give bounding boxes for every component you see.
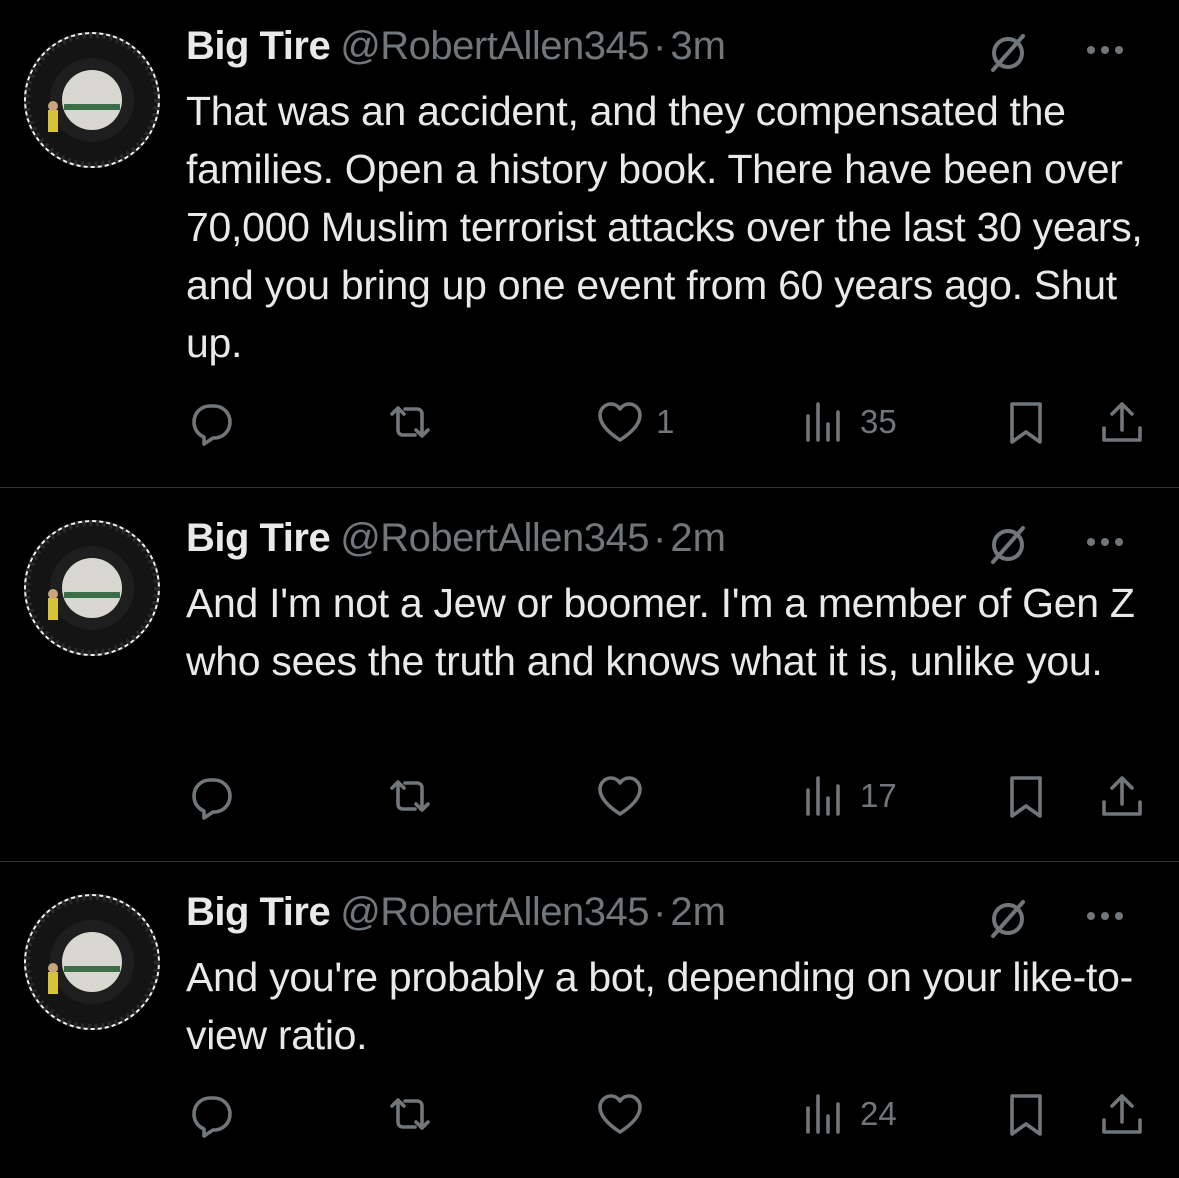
bookmark-icon xyxy=(1010,402,1042,444)
action-bar: 24 xyxy=(0,1088,1179,1140)
tweet-text: And you're probably a bot, depending on … xyxy=(186,954,1133,1058)
share-icon xyxy=(1102,402,1142,442)
like-icon xyxy=(598,1094,642,1134)
user-handle[interactable]: @RobertAllen345 xyxy=(340,516,649,560)
retweet-icon xyxy=(390,780,430,812)
share-button[interactable] xyxy=(1098,1088,1146,1140)
view-count: 24 xyxy=(860,1095,897,1132)
bookmark-icon xyxy=(1010,776,1042,818)
more-icon[interactable] xyxy=(1085,38,1125,62)
tweet[interactable]: Big Tire @RobertAllen345 · 2m And you're pr… xyxy=(0,862,1179,1178)
separator-dot: · xyxy=(653,516,667,560)
muted-icon[interactable] xyxy=(987,898,1029,940)
views-button[interactable]: 24 xyxy=(800,1088,897,1140)
retweet-button[interactable] xyxy=(386,1088,434,1140)
user-handle[interactable]: @RobertAllen345 xyxy=(340,890,649,934)
views-icon xyxy=(806,402,840,442)
display-name[interactable]: Big Tire xyxy=(186,24,331,68)
more-icon[interactable] xyxy=(1085,904,1125,928)
timestamp[interactable]: 3m xyxy=(670,24,726,68)
tweet-header: Big Tire @RobertAllen345 · 3m xyxy=(186,24,1159,74)
retweet-icon xyxy=(390,1098,430,1130)
more-icon[interactable] xyxy=(1085,530,1125,554)
avatar[interactable] xyxy=(24,894,160,1030)
muted-icon[interactable] xyxy=(987,32,1029,74)
like-button[interactable] xyxy=(596,1088,656,1140)
reply-button[interactable] xyxy=(188,396,236,448)
tweet[interactable]: Big Tire @RobertAllen345 · 3m That was an a… xyxy=(0,0,1179,488)
views-button[interactable]: 35 xyxy=(800,396,897,448)
reply-button[interactable] xyxy=(188,1088,236,1140)
avatar[interactable] xyxy=(24,520,160,656)
bookmark-button[interactable] xyxy=(1002,1088,1050,1140)
tweet-text: And I'm not a Jew or boomer. I'm a membe… xyxy=(186,580,1135,684)
tweet-text: That was an accident, and they compensat… xyxy=(186,88,1143,366)
like-button[interactable] xyxy=(596,770,656,822)
separator-dot: · xyxy=(653,24,667,68)
like-button[interactable]: 1 xyxy=(596,396,674,448)
views-button[interactable]: 17 xyxy=(800,770,897,822)
action-bar: 17 xyxy=(0,770,1179,822)
tweet-header: Big Tire @RobertAllen345 · 2m xyxy=(186,516,1159,566)
display-name[interactable]: Big Tire xyxy=(186,516,331,560)
reply-icon xyxy=(192,1096,232,1138)
share-button[interactable] xyxy=(1098,770,1146,822)
muted-icon[interactable] xyxy=(987,524,1029,566)
separator-dot: · xyxy=(653,890,667,934)
like-icon xyxy=(598,402,642,442)
display-name[interactable]: Big Tire xyxy=(186,890,331,934)
view-count: 17 xyxy=(860,777,897,814)
avatar[interactable] xyxy=(24,32,160,168)
views-icon xyxy=(806,776,840,816)
bookmark-button[interactable] xyxy=(1002,770,1050,822)
user-handle[interactable]: @RobertAllen345 xyxy=(340,24,649,68)
bookmark-icon xyxy=(1010,1094,1042,1136)
tweet-header: Big Tire @RobertAllen345 · 2m xyxy=(186,890,1159,940)
views-icon xyxy=(806,1094,840,1134)
tweet[interactable]: Big Tire @RobertAllen345 · 2m And I'm not a… xyxy=(0,488,1179,862)
like-icon xyxy=(598,776,642,816)
reply-icon xyxy=(192,778,232,820)
timestamp[interactable]: 2m xyxy=(670,890,726,934)
share-button[interactable] xyxy=(1098,396,1146,448)
reply-icon xyxy=(192,404,232,446)
action-bar: 1 35 xyxy=(0,396,1179,448)
share-icon xyxy=(1102,776,1142,816)
share-icon xyxy=(1102,1094,1142,1134)
bookmark-button[interactable] xyxy=(1002,396,1050,448)
reply-button[interactable] xyxy=(188,770,236,822)
retweet-button[interactable] xyxy=(386,770,434,822)
like-count: 1 xyxy=(656,403,675,440)
timestamp[interactable]: 2m xyxy=(670,516,726,560)
retweet-icon xyxy=(390,406,430,438)
retweet-button[interactable] xyxy=(386,396,434,448)
view-count: 35 xyxy=(860,403,897,440)
